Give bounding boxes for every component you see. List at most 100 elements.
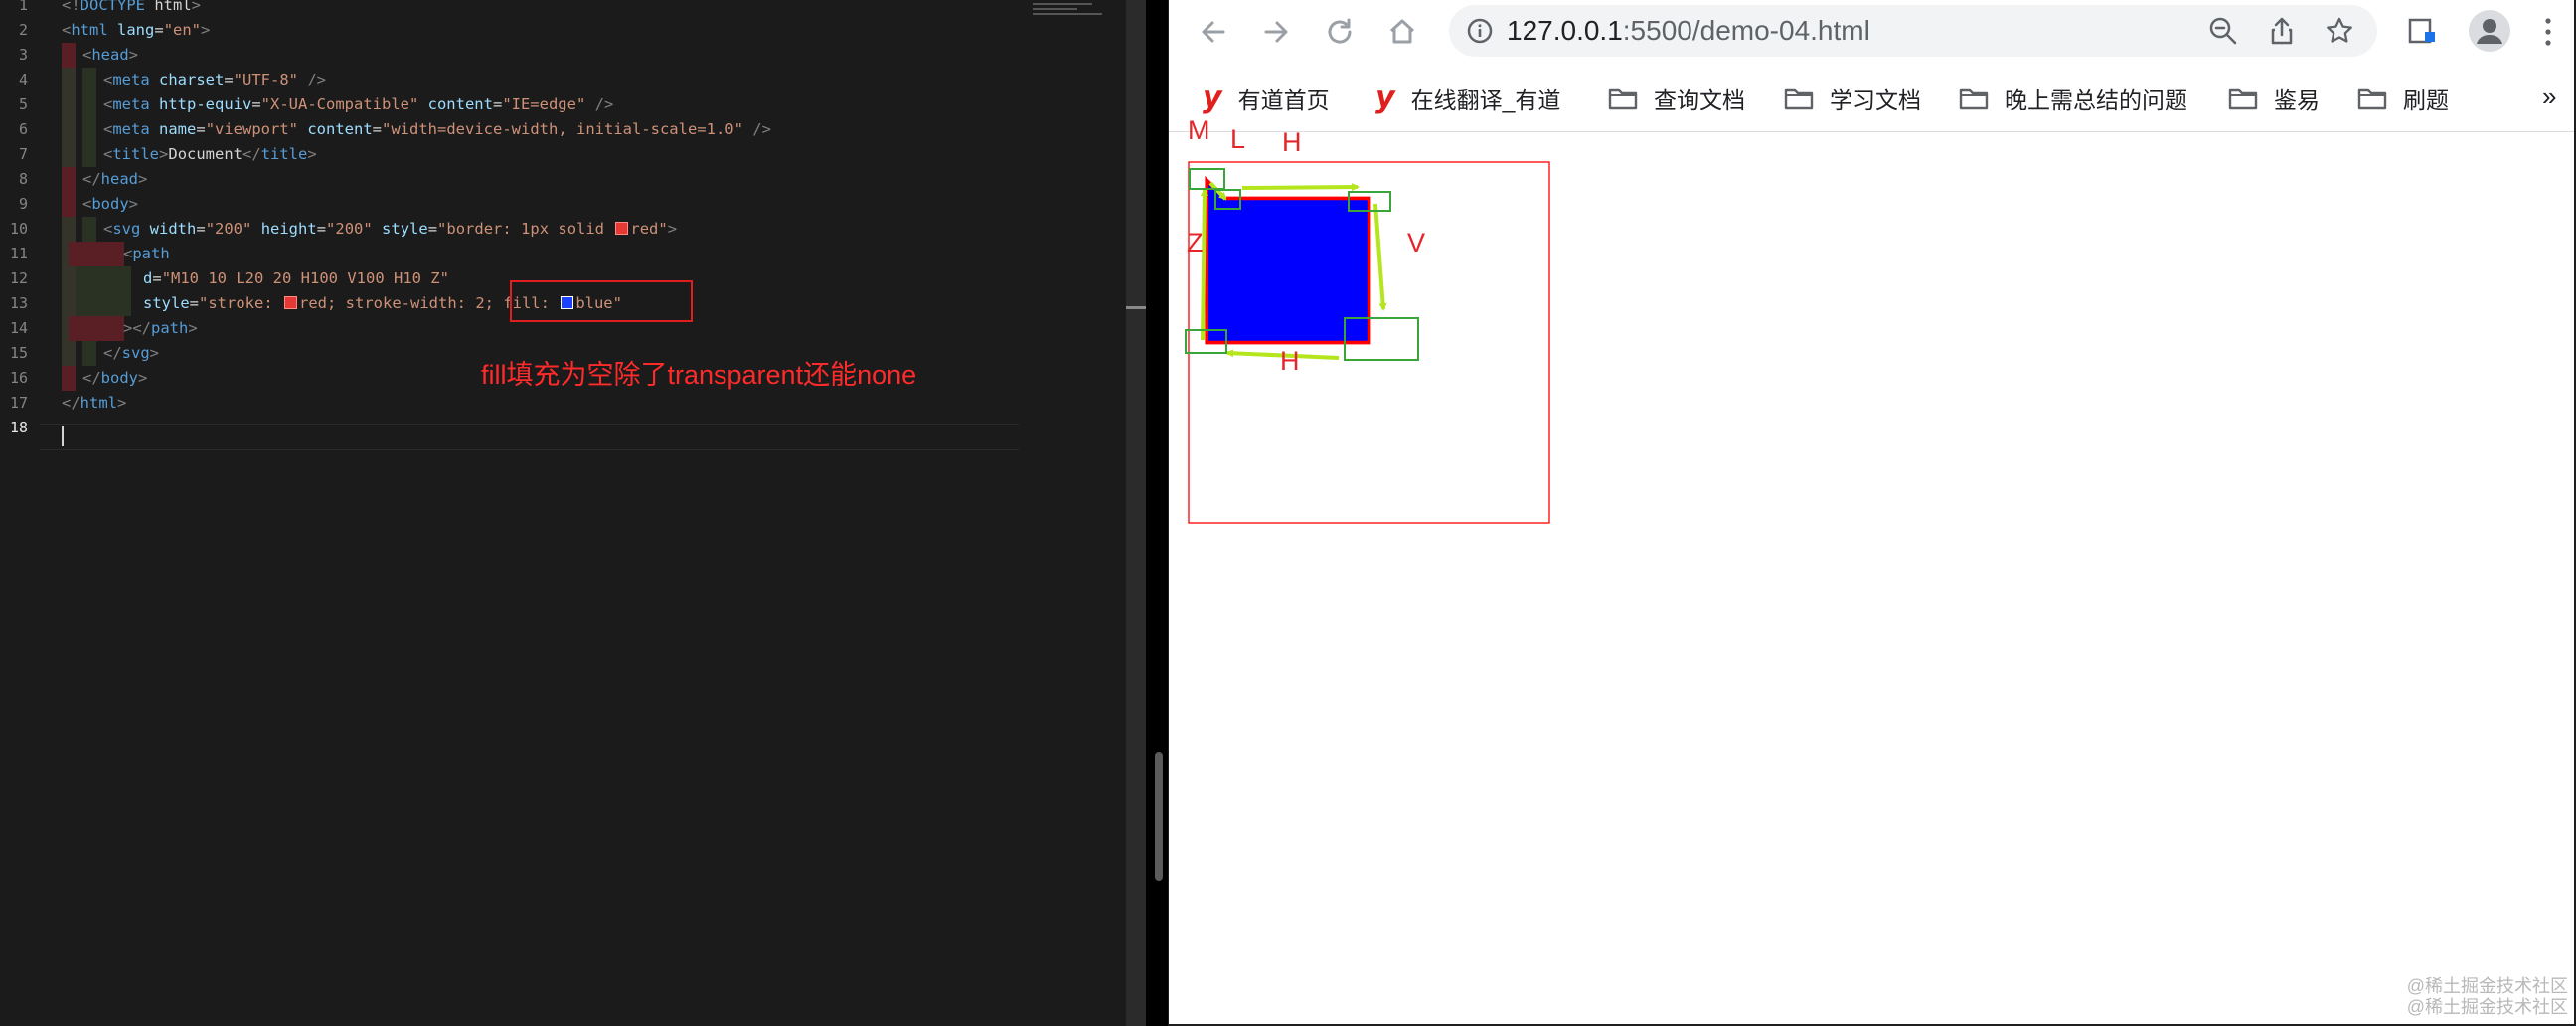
line-number: 11 [9, 245, 28, 262]
forward-button[interactable] [1256, 12, 1296, 52]
code-token: = [251, 95, 261, 113]
profile-avatar[interactable] [2469, 10, 2510, 52]
code-token: > [201, 21, 211, 39]
code-line[interactable]: 2 <html lang="en"> [0, 18, 1024, 43]
reload-icon [1328, 18, 1352, 44]
indent-guide [110, 316, 124, 341]
code-token: ></ [123, 319, 151, 337]
code-line[interactable]: 5 <meta http-equiv="X-UA-Compatible" cont… [0, 92, 1024, 117]
code-token: head [91, 46, 129, 64]
code-token: /> [298, 71, 326, 88]
extension-icon[interactable] [2405, 14, 2439, 48]
browser-window: 127.0.0.1:5500/demo-04.html y 有道首页 y 在线翻译_有… [1169, 0, 2574, 1024]
home-button[interactable] [1382, 12, 1422, 52]
code-line[interactable]: 11 <path [0, 242, 1024, 266]
code-token: = [189, 294, 200, 312]
code-token: title [112, 145, 160, 163]
bookmark-item[interactable]: 学习文档 [1784, 84, 1921, 113]
code-token: < [82, 46, 92, 64]
code-text: <meta name="viewport" content="width=dev… [103, 117, 771, 142]
indent-guide [82, 242, 96, 266]
fill-annotation-note: fill填充为空除了transparent还能none [481, 360, 917, 390]
zoom-icon[interactable] [2207, 15, 2239, 47]
arrow-v [1373, 203, 1387, 311]
indent-guide [62, 341, 76, 366]
bookmarks-overflow-button[interactable]: » [2542, 82, 2556, 112]
code-line[interactable]: 6 <meta name="viewport" content="width=de… [0, 117, 1024, 142]
code-token: path [132, 245, 170, 262]
code-token: "200" [205, 220, 252, 238]
code-token: </ [103, 344, 122, 362]
bookmark-item[interactable]: y 在线翻译_有道 [1375, 84, 1560, 114]
code-token: /> [585, 95, 614, 113]
indent-guide [76, 291, 89, 316]
indent-guide [76, 266, 89, 291]
editor-scrollbar-track[interactable] [1126, 0, 1146, 1026]
back-button[interactable] [1194, 12, 1233, 52]
code-line[interactable]: 8 </head> [0, 167, 1024, 192]
line-number: 18 [9, 419, 28, 436]
bookmark-item[interactable]: 刷题 [2357, 84, 2449, 113]
code-token: title [260, 145, 308, 163]
folder-icon [1959, 86, 1989, 110]
code-text: <path [123, 242, 170, 266]
code-token: = [316, 220, 327, 238]
page-viewport: M L H V Z H @稀土掘金技术社区 @稀土掘金技术社区 [1169, 115, 2574, 1024]
minimap[interactable] [1029, 0, 1123, 30]
editor-scrollbar-thumb[interactable] [1155, 752, 1163, 881]
red-color-swatch-icon[interactable] [615, 222, 629, 235]
arrow-h-top [1241, 183, 1360, 192]
code-line[interactable]: 9 <body> [0, 192, 1024, 217]
code-text: </body> [82, 366, 147, 391]
bookmark-item[interactable]: 晚上需总结的问题 [1959, 84, 2187, 113]
bookmark-item[interactable]: y 有道首页 [1203, 84, 1330, 114]
code-token: body [100, 369, 138, 387]
indent-guide [82, 117, 96, 142]
more-menu-icon[interactable] [2545, 18, 2551, 46]
indent-guide [82, 68, 96, 92]
indent-guide [62, 217, 76, 242]
code-line[interactable]: 10 <svg width="200" height="200" style="b… [0, 217, 1024, 242]
code-token: html [71, 21, 108, 39]
site-info-icon[interactable] [1467, 18, 1493, 44]
code-token: "border: 1px solid [437, 220, 614, 238]
code-line[interactable]: 4 <meta charset="UTF-8" /> [0, 68, 1024, 92]
code-token: "UTF-8" [233, 71, 298, 88]
code-token: "viewport" [205, 120, 299, 138]
code-token: = [492, 95, 503, 113]
code-token: = [427, 220, 438, 238]
bookmark-item[interactable]: 查询文档 [1608, 84, 1745, 113]
reload-button[interactable] [1320, 12, 1360, 52]
url-text[interactable]: 127.0.0.1:5500/demo-04.html [1507, 15, 1870, 47]
code-token: < [123, 245, 133, 262]
code-token: meta [112, 95, 150, 113]
code-text: <svg width="200" height="200" style="bor… [103, 217, 677, 242]
code-token: "width=device-width, initial-scale=1.0" [382, 120, 743, 138]
label-h-bottom: H [1280, 346, 1300, 376]
scrollbar-position-marker [1126, 306, 1146, 309]
bookmark-star-icon[interactable] [2324, 15, 2355, 47]
code-token: path [151, 319, 189, 337]
code-line[interactable]: 7 <title>Document</title> [0, 142, 1024, 167]
code-text: <title>Document</title> [103, 142, 317, 167]
code-token: content [418, 95, 493, 113]
code-line[interactable]: 17 </html> [0, 391, 1024, 416]
code-text: <head> [82, 43, 138, 68]
code-text: <body> [82, 192, 138, 217]
back-arrow-icon [1202, 21, 1225, 43]
indent-guide [82, 142, 96, 167]
code-text: <meta charset="UTF-8" /> [103, 68, 326, 92]
forward-arrow-icon [1264, 21, 1288, 43]
address-bar[interactable]: 127.0.0.1:5500/demo-04.html [1449, 5, 2377, 57]
red-color-swatch-icon[interactable] [284, 296, 298, 309]
code-line[interactable]: 1 <!DOCTYPE html> [0, 0, 1024, 18]
code-token: = [196, 120, 206, 138]
bookmark-item[interactable]: 鉴易 [2228, 84, 2320, 113]
share-icon[interactable] [2266, 15, 2298, 47]
code-token: http-equiv [149, 95, 252, 113]
code-token: > [159, 145, 169, 163]
code-token: meta [112, 120, 150, 138]
code-editor[interactable]: 1 <!DOCTYPE html> 2 <html lang="en"> 3 <head>… [0, 0, 1148, 1026]
code-token: < [103, 120, 113, 138]
code-line[interactable]: 3 <head> [0, 43, 1024, 68]
